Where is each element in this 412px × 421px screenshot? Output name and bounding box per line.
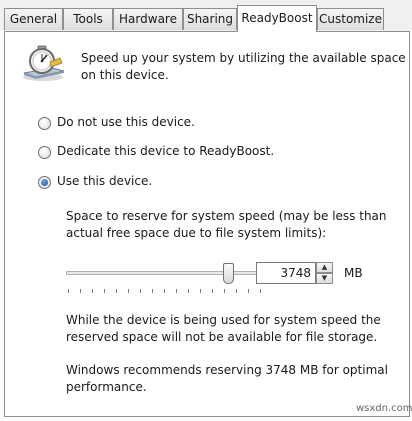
radio-use-device[interactable] (38, 176, 51, 189)
readyboost-description: Speed up your system by utilizing the av… (81, 50, 406, 84)
radio-do-not-use[interactable] (38, 117, 51, 130)
slider-tick (92, 289, 93, 293)
tab-customize[interactable]: Customize (317, 8, 384, 30)
radio-label-do-not-use[interactable]: Do not use this device. (57, 115, 195, 129)
slider-tick (116, 289, 117, 293)
slider-tick (68, 289, 69, 293)
tab-hardware[interactable]: Hardware (113, 8, 183, 30)
recommendation-line-1: Windows recommends reserving 3748 MB for… (66, 363, 388, 377)
recommendation-line-2: performance. (66, 380, 147, 394)
tab-strip: General Tools Hardware Sharing ReadyBoos… (0, 0, 412, 32)
radio-label-use-device[interactable]: Use this device. (57, 174, 152, 188)
slider-tick (212, 289, 213, 293)
radio-label-dedicate[interactable]: Dedicate this device to ReadyBoost. (57, 144, 274, 158)
slider-tick (80, 289, 81, 293)
storage-note: While the device is being used for syste… (66, 312, 381, 346)
storage-note-line-1: While the device is being used for syste… (66, 313, 381, 327)
chevron-up-icon: ▲ (321, 263, 328, 271)
tab-sharing[interactable]: Sharing (183, 8, 237, 30)
radio-dedicate[interactable] (38, 146, 51, 159)
slider-tick (164, 289, 165, 293)
chevron-down-icon: ▼ (321, 274, 328, 282)
tab-readyboost[interactable]: ReadyBoost (237, 5, 317, 32)
spin-down-button[interactable]: ▼ (316, 273, 333, 284)
slider-tick (152, 289, 153, 293)
reserve-size-input[interactable] (256, 262, 316, 284)
reserve-slider-thumb[interactable] (223, 263, 235, 284)
watermark: wsxdn.com (356, 403, 412, 414)
slider-tick (140, 289, 141, 293)
reserve-space-label: Space to reserve for system speed (may b… (66, 208, 387, 242)
readyboost-stopwatch-icon (20, 44, 66, 82)
tab-tools[interactable]: Tools (63, 8, 113, 30)
tab-general[interactable]: General (4, 8, 63, 30)
spin-up-button[interactable]: ▲ (316, 262, 333, 273)
storage-note-line-2: reserved space will not be available for… (66, 330, 378, 344)
slider-tick (200, 289, 201, 293)
reserve-label-line-2: actual free space due to file system lim… (66, 226, 327, 240)
slider-tick (188, 289, 189, 293)
description-line-1: Speed up your system by utilizing the av… (81, 51, 406, 65)
description-line-2: on this device. (81, 68, 169, 82)
slider-tick (260, 289, 261, 293)
recommendation-note: Windows recommends reserving 3748 MB for… (66, 362, 388, 396)
slider-tick (224, 289, 225, 293)
reserve-label-line-1: Space to reserve for system speed (may b… (66, 209, 387, 223)
slider-tick (128, 289, 129, 293)
slider-tick (236, 289, 237, 293)
slider-tick (248, 289, 249, 293)
reserve-unit: MB (344, 266, 363, 280)
slider-tick (176, 289, 177, 293)
slider-tick (104, 289, 105, 293)
